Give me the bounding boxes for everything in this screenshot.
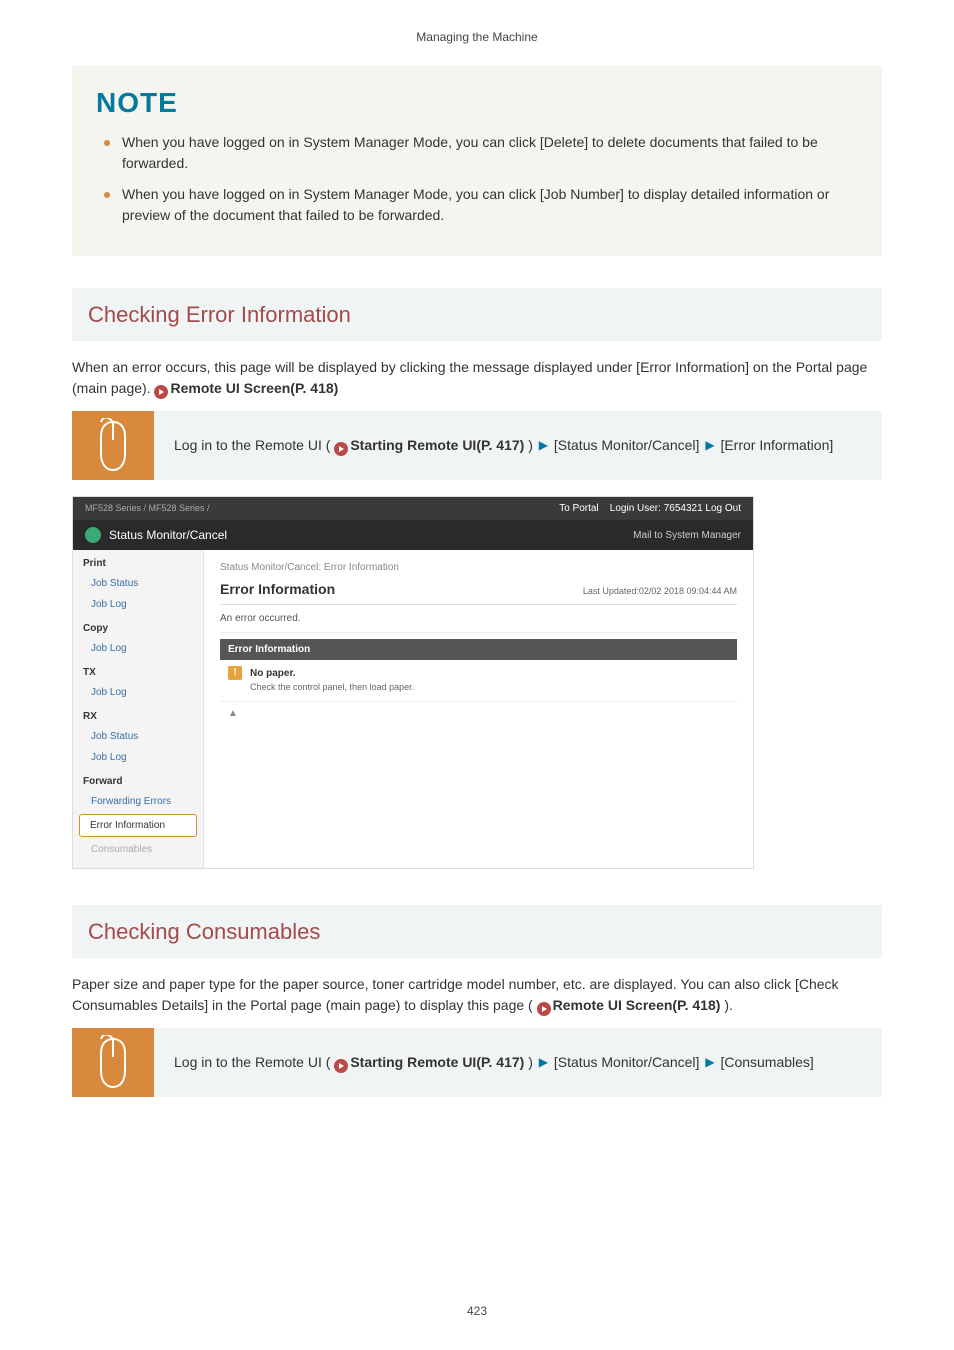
page-number: 423	[0, 1302, 954, 1320]
ss-side-item[interactable]: Job Status	[73, 726, 203, 747]
link-play-icon	[334, 1059, 348, 1073]
chevron-right-icon: ▶	[539, 438, 548, 452]
instruction-icon-wrap	[72, 411, 154, 480]
starting-remote-ui-link[interactable]: Starting Remote UI(P. 417)	[350, 437, 524, 453]
running-header: Managing the Machine	[72, 0, 882, 66]
note-list: When you have logged on in System Manage…	[96, 132, 858, 226]
instruction-step-b: [Error Information]	[720, 437, 833, 453]
ss-section-header: Error Information	[220, 639, 737, 660]
ss-side-item[interactable]: Job Log	[73, 638, 203, 659]
remote-ui-screen-link[interactable]: Remote UI Screen(P. 418)	[170, 380, 338, 396]
mouse-icon	[93, 418, 133, 474]
error-info-screenshot: MF528 Series / MF528 Series / To Portal …	[72, 496, 754, 869]
ss-login-user: Login User: 7654321 Log Out	[610, 503, 741, 514]
ss-error-title: No paper.	[250, 666, 414, 681]
ss-side-group: Forward	[73, 768, 203, 791]
instruction-prefix: Log in to the Remote UI (	[174, 437, 334, 453]
ss-side-item[interactable]: Consumables	[73, 839, 203, 860]
note-item: When you have logged on in System Manage…	[104, 132, 858, 174]
ss-error-desc: Check the control panel, then load paper…	[250, 681, 414, 695]
ss-side-group: RX	[73, 703, 203, 726]
ss-side-item[interactable]: Job Log	[73, 747, 203, 768]
ss-subbar: Status Monitor/Cancel Mail to System Man…	[73, 520, 753, 550]
ss-left-title: Status Monitor/Cancel	[109, 526, 227, 544]
ss-side-item-active[interactable]: Error Information	[79, 814, 197, 837]
ss-pager[interactable]: ▲	[220, 702, 737, 725]
instruction-step-b: [Consumables]	[720, 1054, 813, 1070]
alert-icon	[228, 666, 242, 680]
chevron-right-icon: ▶	[705, 438, 714, 452]
link-play-icon	[154, 385, 168, 399]
ss-side-group: Copy	[73, 615, 203, 638]
section-heading-consumables: Checking Consumables	[72, 905, 882, 958]
ss-model-line: MF528 Series / MF528 Series /	[85, 502, 210, 516]
chevron-right-icon: ▶	[539, 1055, 548, 1069]
note-title: NOTE	[96, 82, 858, 124]
instruction-mid: )	[528, 1054, 537, 1070]
instruction-icon-wrap	[72, 1028, 154, 1097]
ss-last-updated: Last Updated:02/02 2018 09:04:44 AM	[583, 585, 737, 599]
link-play-icon	[334, 442, 348, 456]
instruction-step-a: [Status Monitor/Cancel]	[554, 1054, 700, 1070]
link-play-icon	[537, 1002, 551, 1016]
instruction-prefix: Log in to the Remote UI (	[174, 1054, 334, 1070]
ss-side-item[interactable]: Job Status	[73, 573, 203, 594]
ss-mail-link[interactable]: Mail to System Manager	[633, 528, 741, 543]
note-item: When you have logged on in System Manage…	[104, 184, 858, 226]
ss-error-message: An error occurred.	[220, 611, 737, 633]
instruction-step-a: [Status Monitor/Cancel]	[554, 437, 700, 453]
instruction-text: Log in to the Remote UI ( Starting Remot…	[154, 1028, 882, 1097]
ss-side-group: Print	[73, 550, 203, 573]
starting-remote-ui-link[interactable]: Starting Remote UI(P. 417)	[350, 1054, 524, 1070]
ss-content-title: Error Information	[220, 579, 335, 600]
error-info-intro: When an error occurs, this page will be …	[72, 357, 882, 399]
ss-main: Status Monitor/Cancel: Error Information…	[204, 550, 753, 868]
ss-error-entry: No paper. Check the control panel, then …	[220, 660, 737, 702]
remote-ui-screen-link[interactable]: Remote UI Screen(P. 418)	[553, 997, 721, 1013]
ss-side-group: TX	[73, 659, 203, 682]
instruction-mid: )	[528, 437, 537, 453]
ss-side-item[interactable]: Job Log	[73, 682, 203, 703]
chevron-right-icon: ▶	[705, 1055, 714, 1069]
ss-sidebar: Print Job Status Job Log Copy Job Log TX…	[73, 550, 204, 868]
ss-breadcrumb: Status Monitor/Cancel: Error Information	[220, 560, 737, 575]
note-box: NOTE When you have logged on in System M…	[72, 66, 882, 256]
section-heading-error-info: Checking Error Information	[72, 288, 882, 341]
instruction-block-consumables: Log in to the Remote UI ( Starting Remot…	[72, 1028, 882, 1097]
instruction-text: Log in to the Remote UI ( Starting Remot…	[154, 411, 882, 480]
instruction-block-error: Log in to the Remote UI ( Starting Remot…	[72, 411, 882, 480]
ss-side-item[interactable]: Forwarding Errors	[73, 791, 203, 812]
globe-icon	[85, 527, 101, 543]
ss-to-portal-link[interactable]: To Portal	[559, 503, 598, 514]
intro-post: ).	[724, 997, 733, 1013]
consumables-intro: Paper size and paper type for the paper …	[72, 974, 882, 1016]
ss-title-row: Error Information Last Updated:02/02 201…	[220, 579, 737, 605]
ss-topbar: MF528 Series / MF528 Series / To Portal …	[73, 497, 753, 520]
mouse-icon	[93, 1035, 133, 1091]
ss-side-item[interactable]: Job Log	[73, 594, 203, 615]
